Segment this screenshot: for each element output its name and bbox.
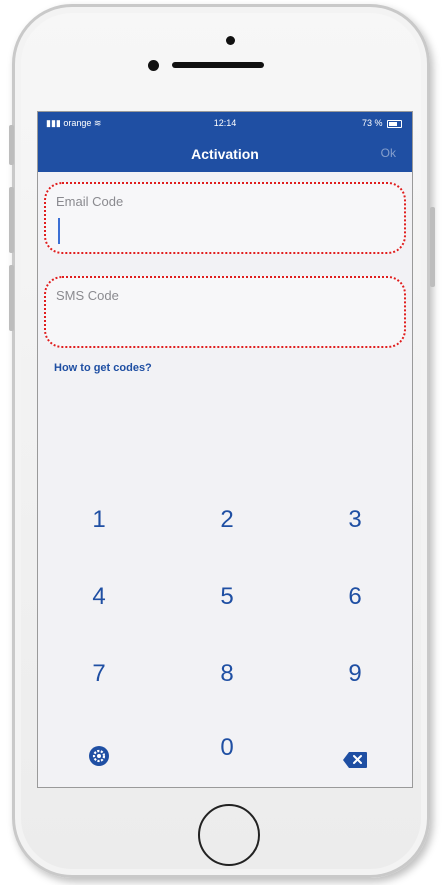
battery-indicator: 73 % — [362, 118, 402, 128]
key-5[interactable]: 5 — [182, 575, 272, 619]
key-0[interactable]: 0 — [182, 726, 272, 770]
sms-code-label: SMS Code — [56, 288, 119, 303]
home-button[interactable] — [198, 804, 260, 866]
app-screen: ▮▮▮ orange ≋ 12:14 73 % Activation Ok Em… — [37, 111, 413, 788]
status-bar: ▮▮▮ orange ≋ 12:14 73 % — [38, 118, 412, 132]
key-2[interactable]: 2 — [182, 498, 272, 542]
status-time: 12:14 — [213, 118, 237, 128]
battery-icon — [387, 119, 402, 128]
key-8[interactable]: 8 — [182, 652, 272, 696]
volume-down-button — [9, 265, 14, 331]
front-sensor — [148, 60, 159, 71]
email-code-label: Email Code — [56, 194, 124, 209]
delete-key[interactable] — [310, 726, 400, 770]
navigation-bar: ▮▮▮ orange ≋ 12:14 73 % Activation Ok — [38, 112, 412, 172]
how-to-get-codes-link[interactable]: How to get codes? — [54, 362, 152, 374]
key-1[interactable]: 1 — [54, 498, 144, 542]
gear-icon — [88, 738, 110, 766]
camera-icon — [226, 36, 235, 45]
key-9[interactable]: 9 — [310, 652, 400, 696]
settings-key[interactable] — [54, 726, 144, 770]
sms-code-field[interactable]: SMS Code — [44, 276, 406, 348]
battery-percent: 73 % — [361, 118, 383, 128]
backspace-icon — [342, 740, 368, 768]
volume-up-button — [9, 187, 14, 253]
email-code-field[interactable]: Email Code — [44, 182, 406, 254]
key-7[interactable]: 7 — [54, 652, 144, 696]
mute-switch — [9, 125, 14, 165]
power-button — [430, 207, 435, 287]
page-title: Activation — [191, 146, 259, 162]
key-6[interactable]: 6 — [310, 575, 400, 619]
text-caret — [58, 218, 60, 244]
key-4[interactable]: 4 — [54, 575, 144, 619]
key-3[interactable]: 3 — [310, 498, 400, 542]
ok-button[interactable]: Ok — [381, 146, 396, 160]
earpiece-speaker — [172, 62, 264, 68]
